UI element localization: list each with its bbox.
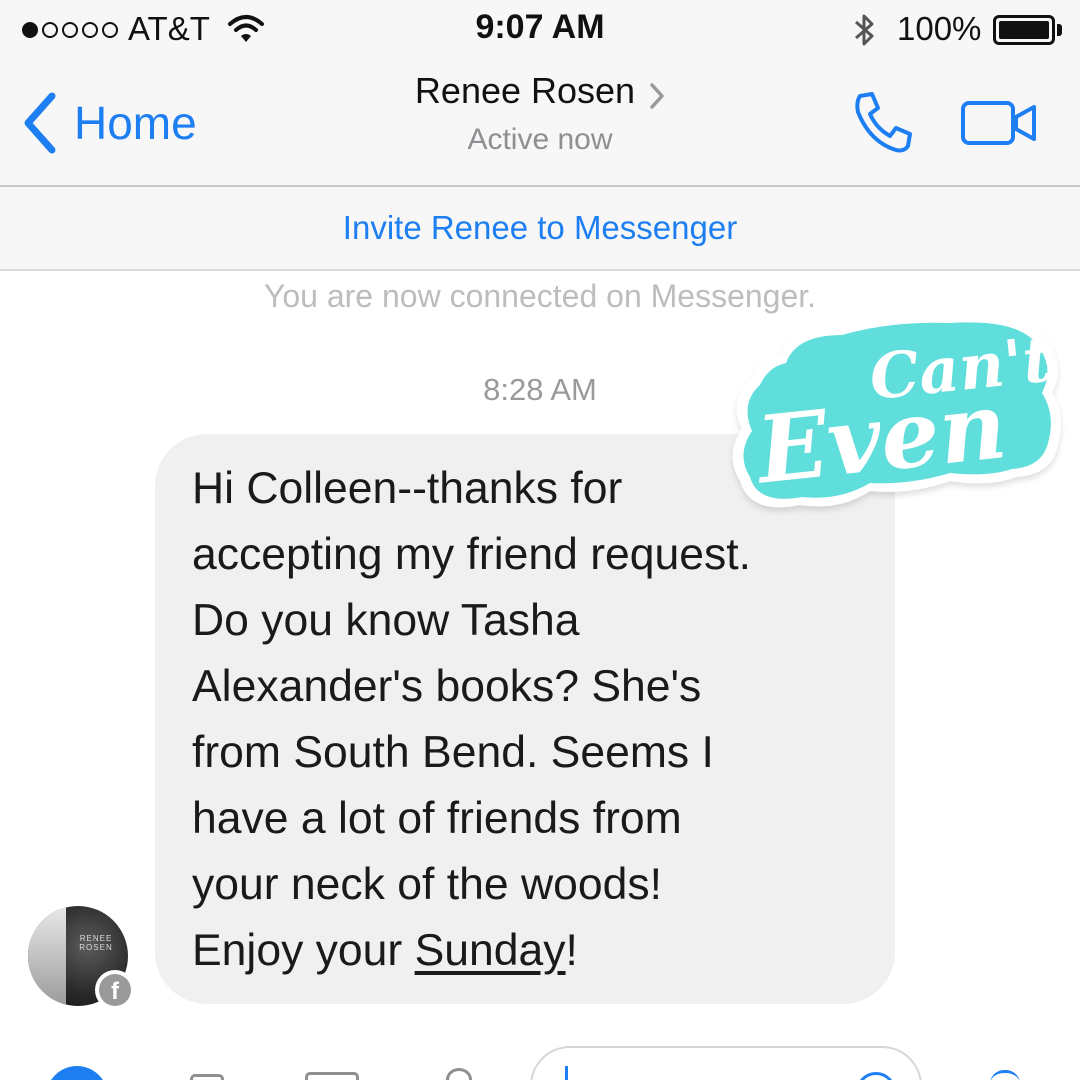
chevron-left-icon xyxy=(24,92,56,154)
photo-icon[interactable] xyxy=(305,1072,359,1080)
camera-icon[interactable] xyxy=(190,1074,224,1080)
bluetooth-icon xyxy=(852,12,878,56)
back-button-label: Home xyxy=(74,97,197,149)
contact-status: Active now xyxy=(467,123,613,157)
microphone-icon[interactable] xyxy=(446,1068,472,1080)
facebook-icon: f xyxy=(99,974,131,1006)
contact-header[interactable]: Renee Rosen Active now xyxy=(340,70,740,157)
message-line: Do you know Tasha xyxy=(192,596,580,645)
message-line: accepting my friend request. xyxy=(192,530,752,579)
message-line: have a lot of friends from xyxy=(192,794,682,843)
message-line: Alexander's books? She's xyxy=(192,662,702,711)
avatar-book-cover-text: RENEE ROSEN xyxy=(79,934,113,952)
text-cursor xyxy=(565,1066,568,1080)
chevron-right-icon xyxy=(649,82,665,115)
sunday-date-link[interactable]: Sunday xyxy=(415,926,566,975)
avatar-photo-edge xyxy=(28,906,66,1006)
phone-icon xyxy=(855,92,912,153)
battery-tip xyxy=(1057,24,1062,36)
contact-name: Renee Rosen xyxy=(414,70,636,111)
like-icon[interactable] xyxy=(990,1070,1020,1080)
video-camera-icon xyxy=(961,101,1036,145)
back-button[interactable]: Home xyxy=(22,88,197,158)
facebook-badge: f xyxy=(95,970,135,1010)
message-line-last: Enjoy your Sunday! xyxy=(192,918,865,984)
message-line: your neck of the woods! xyxy=(192,860,662,909)
video-call-button[interactable] xyxy=(960,98,1040,148)
call-button[interactable] xyxy=(850,90,918,154)
status-bar: AT&T 9:07 AM 100% xyxy=(0,0,1080,60)
message-text: ! xyxy=(565,926,578,975)
message-text: Enjoy your xyxy=(192,926,415,975)
composer-more-button[interactable] xyxy=(46,1066,108,1080)
message-line: from South Bend. Seems I xyxy=(192,728,714,777)
battery-level xyxy=(999,21,1049,39)
battery-percentage: 100% xyxy=(897,10,982,47)
cant-even-sticker: Can't Even xyxy=(720,305,1070,525)
invite-banner: Invite Renee to Messenger xyxy=(0,187,1080,271)
battery-icon xyxy=(993,15,1055,45)
invite-to-messenger-link[interactable]: Invite Renee to Messenger xyxy=(343,209,737,247)
messenger-screen: AT&T 9:07 AM 100% Home Renee Rosen Activ… xyxy=(0,0,1080,1080)
